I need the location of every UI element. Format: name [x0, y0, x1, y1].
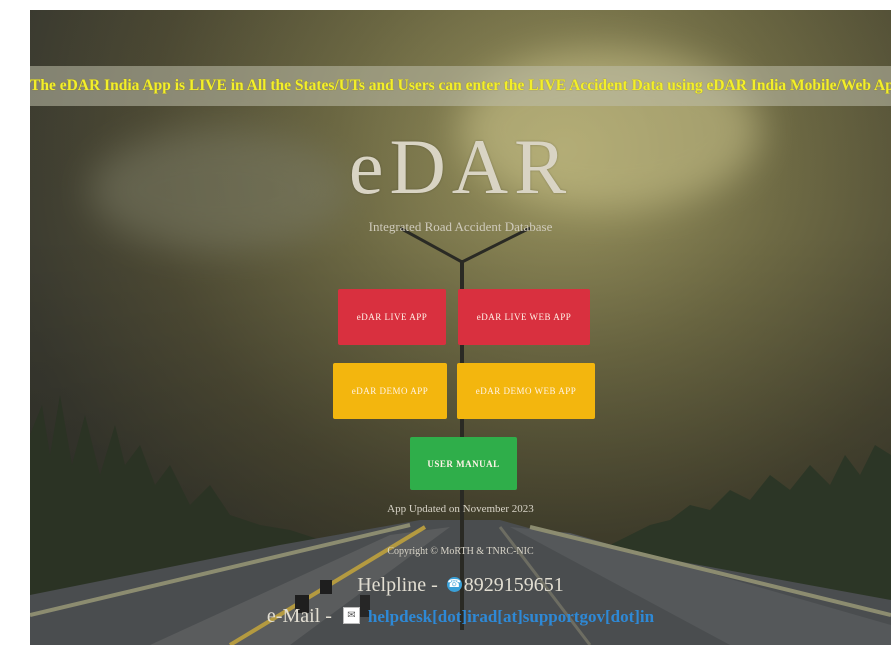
edar-logo: eDAR: [348, 123, 573, 210]
edar-demo-app-button[interactable]: eDAR DEMO APP: [333, 363, 447, 419]
landing-screen: The eDAR India App is LIVE in All the St…: [30, 10, 891, 645]
copyright-text: Copyright © MoRTH & TNRC-NIC: [387, 546, 534, 557]
announcement-banner: The eDAR India App is LIVE in All the St…: [30, 66, 891, 106]
email-contact: e-Mail - ✉ helpdesk[dot]irad[at]supportgo…: [30, 605, 891, 628]
tagline: Integrated Road Accident Database: [368, 219, 553, 234]
edar-demo-web-app-button[interactable]: eDAR DEMO WEB APP: [457, 363, 595, 419]
email-link[interactable]: helpdesk[dot]irad[at]supportgov[dot]in: [368, 607, 654, 626]
app-updated-text: App Updated on November 2023: [387, 503, 534, 515]
announcement-text: The eDAR India App is LIVE in All the St…: [30, 77, 891, 94]
email-label: e-Mail -: [266, 605, 337, 627]
user-manual-button[interactable]: USER MANUAL: [410, 437, 517, 490]
mail-icon: ✉: [342, 607, 360, 625]
edar-live-app-button[interactable]: eDAR LIVE APP: [338, 289, 446, 345]
edar-live-web-app-button[interactable]: eDAR LIVE WEB APP: [458, 289, 590, 345]
helpline-label: Helpline -: [357, 574, 443, 596]
helpline-number: 8929159651: [463, 574, 564, 596]
phone-icon: ☎: [446, 577, 462, 593]
helpline: Helpline - ☎ 8929159651: [30, 574, 891, 597]
